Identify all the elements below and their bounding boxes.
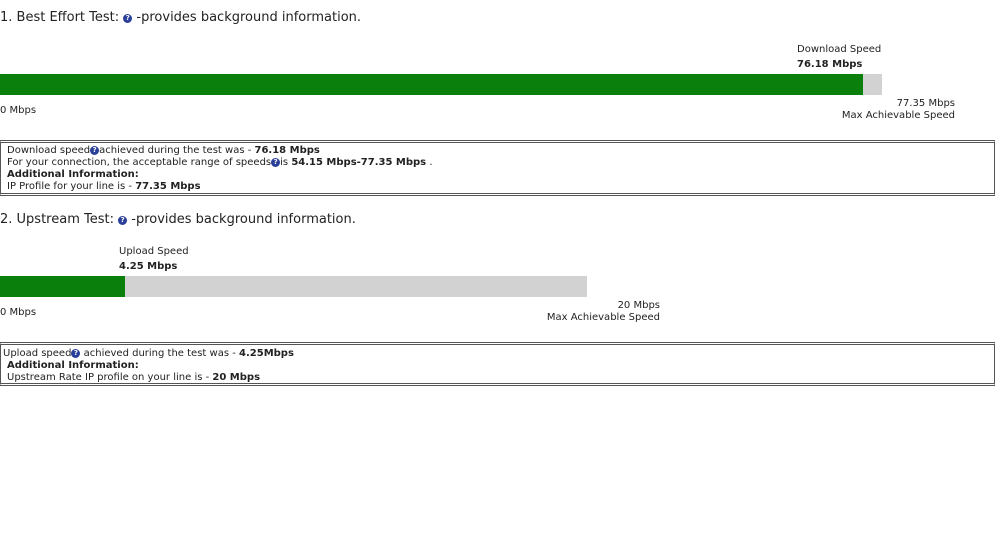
upstream-heading: 2. Upstream Test: ? -provides background… bbox=[0, 212, 356, 227]
upstream-help-text: -provides background information. bbox=[131, 212, 356, 227]
acceptable-range-line: For your connection, the acceptable rang… bbox=[1, 157, 994, 169]
help-icon[interactable]: ? bbox=[118, 216, 128, 225]
upstream-profile-value: 20 Mbps bbox=[212, 372, 261, 383]
upload-result-text: achieved during the test was - bbox=[80, 348, 240, 359]
download-min-label: 0 Mbps bbox=[0, 105, 37, 116]
download-speed-value: 76.18 Mbps bbox=[797, 59, 863, 70]
upload-speed-label: Upload Speed bbox=[119, 246, 189, 257]
download-max-value: 77.35 Mbps bbox=[896, 98, 955, 109]
upload-max-value: 20 Mbps bbox=[617, 300, 660, 311]
upstream-profile-prefix: Upstream Rate IP profile on your line is… bbox=[7, 372, 213, 383]
upstream-title: 2. Upstream Test: bbox=[0, 212, 114, 227]
best-effort-help-text: -provides background information. bbox=[136, 10, 362, 25]
acceptable-range-suffix: . bbox=[426, 157, 433, 168]
upload-speed-bar-track bbox=[0, 276, 587, 297]
upload-result-line: Upload speed? achieved during the test w… bbox=[1, 348, 994, 360]
download-speed-bar-fill bbox=[0, 74, 863, 95]
help-icon[interactable]: ? bbox=[123, 14, 133, 23]
upload-result-value: 4.25Mbps bbox=[239, 348, 294, 359]
acceptable-range-text: is bbox=[280, 157, 292, 168]
ip-profile-line: IP Profile for your line is - 77.35 Mbps bbox=[1, 181, 994, 193]
acceptable-range-prefix: For your connection, the acceptable rang… bbox=[7, 157, 272, 168]
upload-result-prefix: Upload speed bbox=[3, 348, 72, 359]
additional-info-heading: Additional Information: bbox=[7, 169, 139, 180]
upload-speed-bar-fill bbox=[0, 276, 125, 297]
download-max-label: Max Achievable Speed bbox=[841, 110, 955, 121]
help-icon[interactable]: ? bbox=[271, 158, 281, 167]
download-result-prefix: Download speed bbox=[7, 145, 91, 156]
download-speed-label: Download Speed bbox=[797, 44, 882, 55]
upstream-profile-line: Upstream Rate IP profile on your line is… bbox=[1, 372, 994, 384]
upload-max-label: Max Achievable Speed bbox=[546, 312, 660, 323]
upload-info-box: Upload speed? achieved during the test w… bbox=[0, 342, 995, 386]
download-result-text: achieved during the test was - bbox=[99, 145, 255, 156]
ip-profile-value: 77.35 Mbps bbox=[135, 181, 201, 192]
download-result-value: 76.18 Mbps bbox=[254, 145, 320, 156]
upload-speed-value: 4.25 Mbps bbox=[119, 261, 178, 272]
upload-min-label: 0 Mbps bbox=[0, 307, 37, 318]
best-effort-heading: 1. Best Effort Test: ? -provides backgro… bbox=[0, 10, 361, 25]
acceptable-range-value: 54.15 Mbps-77.35 Mbps bbox=[291, 157, 427, 168]
download-result-line: Download speed? achieved during the test … bbox=[1, 145, 994, 157]
best-effort-title: 1. Best Effort Test: bbox=[0, 10, 120, 25]
additional-info-heading: Additional Information: bbox=[7, 360, 139, 371]
download-info-box: Download speed? achieved during the test … bbox=[0, 140, 995, 196]
download-speed-bar-track bbox=[0, 74, 882, 95]
help-icon[interactable]: ? bbox=[90, 146, 100, 155]
ip-profile-prefix: IP Profile for your line is - bbox=[7, 181, 136, 192]
